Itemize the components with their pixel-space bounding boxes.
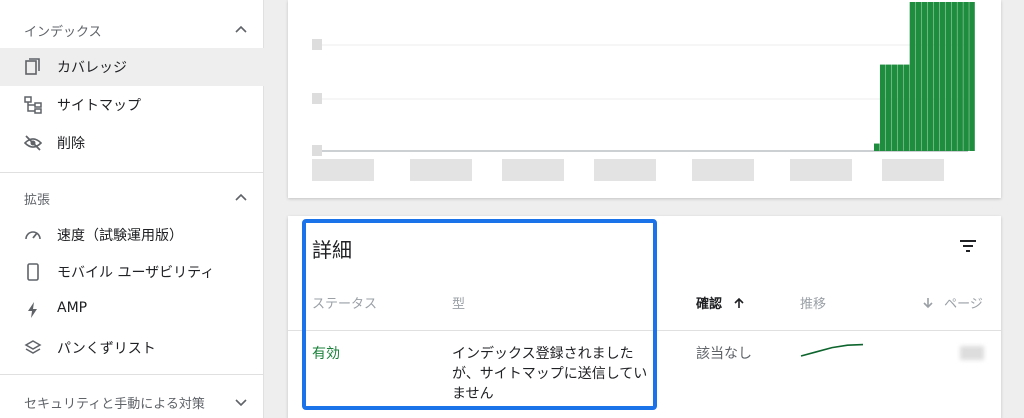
row-type: インデックス登録されました が、サイトマップに送信してい ません [452, 344, 652, 404]
chart-bar [879, 64, 886, 151]
chart-bar [903, 64, 910, 151]
sidebar-item-coverage[interactable]: カバレッジ [0, 48, 264, 86]
column-header-status[interactable]: ステータス [312, 293, 377, 312]
row-status: 有効 [312, 346, 340, 362]
sidebar-item-label: 削除 [57, 136, 85, 152]
trend-sparkline [800, 343, 864, 357]
chevron-up-icon [235, 193, 247, 201]
chart-bar [957, 2, 963, 151]
breadcrumb-icon [24, 340, 42, 354]
pages-header-label: ページ [944, 297, 983, 312]
chart-bar [891, 64, 898, 151]
section-header-security[interactable]: セキュリティと手動による対策 [0, 382, 264, 418]
sitemap-icon [24, 96, 42, 114]
chart-y-tick-label [312, 39, 322, 50]
row-type-line: ません [452, 386, 494, 402]
sidebar-item-speed[interactable]: 速度（試験運用版） [0, 216, 264, 254]
coverage-icon [25, 58, 40, 75]
column-header-trend[interactable]: 推移 [800, 293, 826, 312]
sidebar: インデックス カバレッジ サイトマップ 削除 拡張 速度（試験運用版） モバイル… [0, 0, 264, 418]
sidebar-item-label: モバイル ユーザビリティ [57, 265, 215, 281]
arrow-up-icon [733, 297, 744, 308]
sidebar-item-label: 速度（試験運用版） [57, 228, 183, 244]
sidebar-item-amp[interactable]: AMP [0, 291, 264, 329]
chevron-down-icon [235, 399, 247, 407]
sidebar-divider [0, 374, 264, 375]
chart-bar [933, 2, 940, 151]
details-title: 詳細 [312, 238, 352, 262]
sidebar-item-sitemap[interactable]: サイトマップ [0, 86, 264, 124]
chart-bar [939, 2, 946, 151]
chart-bar [945, 2, 951, 151]
sidebar-item-breadcrumbs[interactable]: パンくずリスト [0, 329, 264, 367]
chart-bar [927, 2, 934, 151]
chevron-up-icon [235, 25, 247, 33]
sparkline-line [800, 343, 864, 357]
chart-bar [885, 64, 892, 151]
chart-x-tick-label [502, 159, 564, 181]
section-title-security: セキュリティと手動による対策 [24, 396, 205, 412]
sidebar-item-label: サイトマップ [57, 98, 141, 114]
sidebar-item-mobile-usability[interactable]: モバイル ユーザビリティ [0, 253, 264, 291]
chart-bar [915, 2, 922, 151]
removal-icon [24, 135, 42, 151]
section-header-enhancements[interactable]: 拡張 [0, 178, 264, 218]
column-header-validation[interactable]: 確認 [696, 293, 745, 312]
chart-x-tick-label [790, 159, 852, 181]
coverage-chart-card [288, 0, 1001, 198]
row-validation: 該当なし [696, 346, 752, 362]
amp-icon [28, 302, 37, 318]
chart-y-tick-label [312, 145, 322, 156]
speed-icon [25, 231, 41, 240]
sidebar-item-removals[interactable]: 削除 [0, 124, 264, 162]
section-title-enhancements: 拡張 [24, 192, 51, 208]
chart-x-tick-label [410, 159, 472, 181]
sidebar-divider [0, 172, 264, 173]
row-type-line: インデックス登録されました [452, 346, 634, 362]
chart-x-tick-label [692, 159, 754, 181]
row-pages-count [960, 346, 984, 360]
chart-bar [909, 2, 916, 151]
coverage-chart [312, 2, 975, 181]
chart-bar [897, 64, 904, 151]
section-header-index[interactable]: インデックス [0, 10, 264, 50]
chart-y-tick-label [312, 93, 322, 104]
mobile-icon [27, 263, 39, 281]
section-title-index: インデックス [24, 24, 102, 40]
chart-bar [969, 2, 975, 151]
column-header-type[interactable]: 型 [452, 293, 465, 312]
sidebar-item-label: AMP [57, 300, 88, 316]
filter-icon[interactable] [958, 236, 978, 256]
sidebar-item-label: カバレッジ [57, 60, 127, 76]
chart-bar [951, 2, 957, 151]
row-type-line: が、サイトマップに送信してい [452, 366, 648, 382]
chart-bar [963, 2, 969, 151]
chart-bar [874, 143, 880, 151]
sidebar-item-label: パンくずリスト [57, 341, 156, 357]
chart-x-tick-label [594, 159, 656, 181]
validation-header-label: 確認 [696, 297, 723, 312]
details-card: 詳細 ステータス 型 確認 推移 ページ 有効 インデックス登録されました が、… [288, 216, 1001, 418]
chart-x-tick-label [312, 159, 374, 181]
chart-bar [921, 2, 928, 151]
column-header-pages[interactable]: ページ [922, 293, 983, 312]
chart-x-tick-label [882, 159, 944, 181]
table-header-divider [288, 330, 1001, 331]
arrow-down-icon [923, 298, 933, 309]
